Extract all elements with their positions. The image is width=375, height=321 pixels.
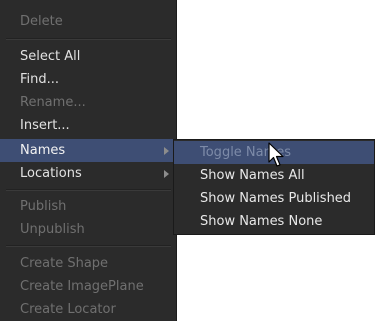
context-menu: Delete Select All Find... Rename... Inse… [0,0,177,321]
menu-item-label: Select All [20,49,81,64]
submenu-item-label: Show Names Published [200,191,352,206]
menu-separator [6,189,171,191]
menu-item-unpublish[interactable]: Unpublish [0,218,177,241]
menu-item-label: Locations [20,166,82,181]
menu-separator [6,245,171,247]
menu-item-create-locator[interactable]: Create Locator [0,298,177,321]
menu-item-label: Rename... [20,95,86,110]
chevron-right-icon [164,147,169,155]
menu-item-select-all[interactable]: Select All [0,45,177,68]
menu-item-label: Unpublish [20,222,85,237]
mouse-pointer-icon [268,142,284,167]
menu-item-create-imageplane[interactable]: Create ImagePlane [0,275,177,298]
menu-item-label: Names [20,143,66,158]
menu-item-rename[interactable]: Rename... [0,91,177,114]
menu-item-label: Publish [20,199,67,214]
menu-item-label: Create Locator [20,302,116,317]
menu-item-create-shape[interactable]: Create Shape [0,252,177,275]
menu-item-publish[interactable]: Publish [0,195,177,218]
menu-item-label: Find... [20,72,60,87]
submenu-item-show-names-none[interactable]: Show Names None [174,210,374,233]
menu-item-label: Insert... [20,118,70,133]
menu-item-insert[interactable]: Insert... [0,114,177,137]
chevron-right-icon [164,170,169,178]
submenu-item-label: Show Names All [200,168,305,183]
menu-item-find[interactable]: Find... [0,68,177,91]
menu-item-locations[interactable]: Locations [0,162,177,185]
menu-item-label: Delete [20,14,63,29]
menu-item-names[interactable]: Names [0,139,177,162]
submenu-item-label: Show Names None [200,214,323,229]
menu-item-label: Create Shape [20,256,109,271]
menu-item-delete[interactable]: Delete [0,10,177,33]
menu-item-label: Create ImagePlane [20,279,144,294]
menu-separator [6,38,171,40]
submenu-item-show-names-published[interactable]: Show Names Published [174,187,374,210]
